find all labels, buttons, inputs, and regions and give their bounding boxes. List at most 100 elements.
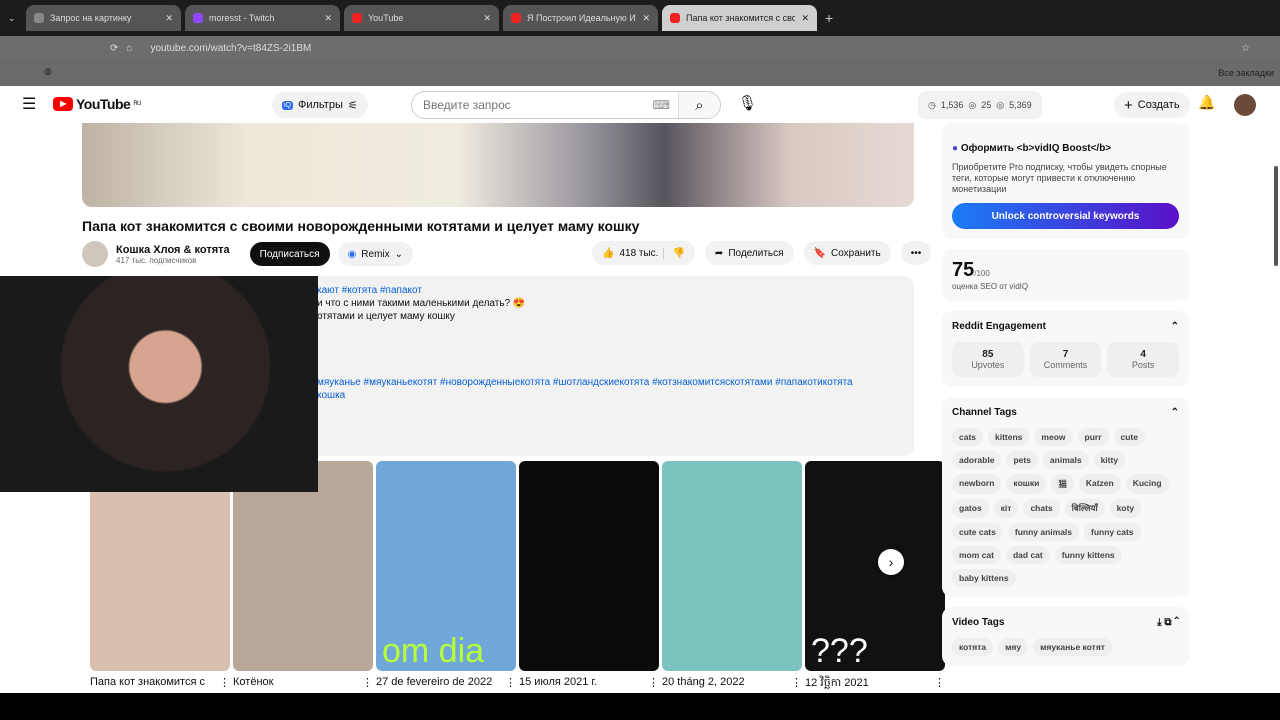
channel-tag[interactable]: बिल्लियाँ xyxy=(1064,499,1105,518)
more-icon[interactable]: ⋮ xyxy=(648,676,659,689)
remix-button[interactable]: ◉ Remix ⌄ xyxy=(337,242,414,266)
home-icon[interactable]: ⌂ xyxy=(126,43,132,54)
close-tab-icon[interactable]: ✕ xyxy=(801,13,809,24)
create-button[interactable]: + Создать xyxy=(1114,92,1190,118)
avatar[interactable] xyxy=(1234,94,1256,116)
video-tag[interactable]: мяуканье котят xyxy=(1033,638,1112,656)
close-tab-icon[interactable]: ✕ xyxy=(324,13,332,24)
more-icon[interactable]: ⋮ xyxy=(219,676,230,689)
short-thumbnail[interactable] xyxy=(519,461,659,671)
channel-tag[interactable]: animals xyxy=(1042,451,1089,469)
reload-icon[interactable]: ⟳ xyxy=(110,43,118,54)
more-icon[interactable]: ⋮ xyxy=(505,676,516,689)
video-tag[interactable]: котята xyxy=(952,638,994,656)
channel-tag[interactable]: meow xyxy=(1034,428,1073,446)
channel-tag[interactable]: funny animals xyxy=(1007,523,1080,541)
channel-name[interactable]: Кошка Хлоя & котята xyxy=(116,244,230,256)
youtube-logo[interactable]: ▶ YouTube RU xyxy=(53,96,141,112)
collapse-icon[interactable]: ⌃ xyxy=(1174,617,1179,628)
search-button[interactable]: ⌕ xyxy=(678,92,720,118)
bell-icon[interactable]: 🔔 xyxy=(1198,94,1215,111)
browser-tab[interactable]: Папа кот знакомится с сво ✕ xyxy=(662,5,817,31)
star-icon[interactable]: ☆ xyxy=(1241,43,1250,54)
channel-tag[interactable]: cats xyxy=(952,428,984,446)
short-title[interactable]: 12 វិច្ឆិកា 2021 xyxy=(805,676,869,692)
mic-icon[interactable]: 🎙 xyxy=(738,94,757,112)
channel-tag[interactable]: kittens xyxy=(988,428,1030,446)
video-player[interactable] xyxy=(82,123,914,207)
browser-tab[interactable]: YouTube ✕ xyxy=(344,5,499,31)
search-input[interactable] xyxy=(412,98,653,112)
channel-tag[interactable]: baby kittens xyxy=(952,569,1016,587)
like-button[interactable]: 👍 418 тыс. 👎 xyxy=(592,241,695,265)
short-thumbnail[interactable] xyxy=(90,461,230,671)
short-item[interactable]: ??? 12 វិច្ឆិកា 2021 ⋮ xyxy=(805,461,945,689)
menu-icon[interactable]: ☰ xyxy=(22,94,36,114)
channel-tag[interactable]: Kucing xyxy=(1125,474,1169,494)
short-item[interactable]: Папа кот знакомится с ⋮ xyxy=(90,461,230,689)
channel-tag[interactable]: кошки xyxy=(1006,474,1047,494)
channel-tag[interactable]: Katzen xyxy=(1078,474,1121,494)
video-tag[interactable]: мяу xyxy=(998,638,1029,656)
browser-tab[interactable]: Я Построил Идеальную Игру ✕ xyxy=(503,5,658,31)
short-title[interactable]: 20 tháng 2, 2022 xyxy=(662,676,745,689)
channel-tag[interactable]: chats xyxy=(1023,499,1060,518)
browser-tab[interactable]: moresst - Twitch ✕ xyxy=(185,5,340,31)
short-title[interactable]: 27 de fevereiro de 2022 xyxy=(376,676,492,689)
dislike-icon[interactable]: 👎 xyxy=(663,247,685,259)
short-thumbnail[interactable]: ??? xyxy=(805,461,945,671)
channel-tag[interactable]: newborn xyxy=(952,474,1002,494)
short-title[interactable]: 15 июля 2021 г. xyxy=(519,676,597,689)
short-title[interactable]: Папа кот знакомится с xyxy=(90,676,205,689)
all-bookmarks[interactable]: Все закладки xyxy=(1218,68,1274,78)
channel-tag[interactable]: funny cats xyxy=(1084,523,1141,541)
short-thumbnail[interactable]: om dia xyxy=(376,461,516,671)
channel-tag[interactable]: pets xyxy=(1006,451,1038,469)
desc-hashtags[interactable]: мяуканье #мяуканьекотят #новорожденныеко… xyxy=(317,376,914,389)
more-icon[interactable]: ⋮ xyxy=(934,676,945,692)
channel-tag[interactable]: кіт xyxy=(993,499,1019,518)
collapse-icon[interactable]: ⌃ xyxy=(1171,321,1179,332)
subscribe-button[interactable]: Подписаться xyxy=(249,242,330,266)
desc-hashtags-top[interactable]: кают #котята #папакот xyxy=(317,284,914,297)
short-thumbnail[interactable] xyxy=(233,461,373,671)
short-item[interactable]: om dia 27 de fevereiro de 2022 ⋮ xyxy=(376,461,516,689)
url-field[interactable]: youtube.com/watch?v=t84ZS-2i1BM xyxy=(150,43,311,54)
channel-tag[interactable]: 猫 xyxy=(1051,474,1074,494)
short-title[interactable]: Котёнок xyxy=(233,676,273,689)
short-item[interactable]: 20 tháng 2, 2022 ⋮ xyxy=(662,461,802,689)
collapse-icon[interactable]: ⌃ xyxy=(1171,407,1179,418)
desc-hashtag[interactable]: кошка xyxy=(317,389,914,402)
short-item[interactable]: Котёнок ⋮ xyxy=(233,461,373,689)
short-item[interactable]: 15 июля 2021 г. ⋮ xyxy=(519,461,659,689)
save-button[interactable]: 🔖 Сохранить xyxy=(803,241,891,265)
channel-tag[interactable]: funny kittens xyxy=(1054,546,1122,564)
browser-tab[interactable]: Запрос на картинку ✕ xyxy=(26,5,181,31)
next-arrow-button[interactable]: › xyxy=(878,549,904,575)
channel-tag[interactable]: dad cat xyxy=(1005,546,1050,564)
channel-tag[interactable]: kitty xyxy=(1093,451,1126,469)
download-icon[interactable]: ⤓ xyxy=(1157,617,1161,628)
channel-tag[interactable]: mom cat xyxy=(952,546,1001,564)
channel-tag[interactable]: adorable xyxy=(952,451,1002,469)
close-tab-icon[interactable]: ✕ xyxy=(483,13,491,24)
channel-avatar[interactable] xyxy=(82,241,108,267)
copy-icon[interactable]: ⧉ xyxy=(1164,617,1171,628)
more-icon[interactable]: ⋮ xyxy=(362,676,373,689)
new-tab-button[interactable]: + xyxy=(825,10,833,26)
channel-tag[interactable]: cute xyxy=(1113,428,1145,446)
scrollbar[interactable] xyxy=(1274,166,1278,266)
channel-tag[interactable]: purr xyxy=(1077,428,1109,446)
close-tab-icon[interactable]: ✕ xyxy=(642,13,650,24)
keyboard-icon[interactable]: ⌨ xyxy=(653,98,670,112)
more-icon[interactable]: ⋮ xyxy=(791,676,802,689)
more-button[interactable]: ••• xyxy=(900,241,932,265)
unlock-button[interactable]: Unlock controversial keywords xyxy=(952,203,1179,229)
close-tab-icon[interactable]: ✕ xyxy=(165,13,173,24)
channel-tag[interactable]: koty xyxy=(1109,499,1142,518)
share-button[interactable]: ➦ Поделиться xyxy=(704,241,794,265)
channel-tag[interactable]: cute cats xyxy=(952,523,1003,541)
tab-list-icon[interactable]: ⌄ xyxy=(8,13,22,24)
channel-tag[interactable]: gatos xyxy=(952,499,989,518)
filters-button[interactable]: iQ Фильтры ⚟ xyxy=(272,92,368,118)
